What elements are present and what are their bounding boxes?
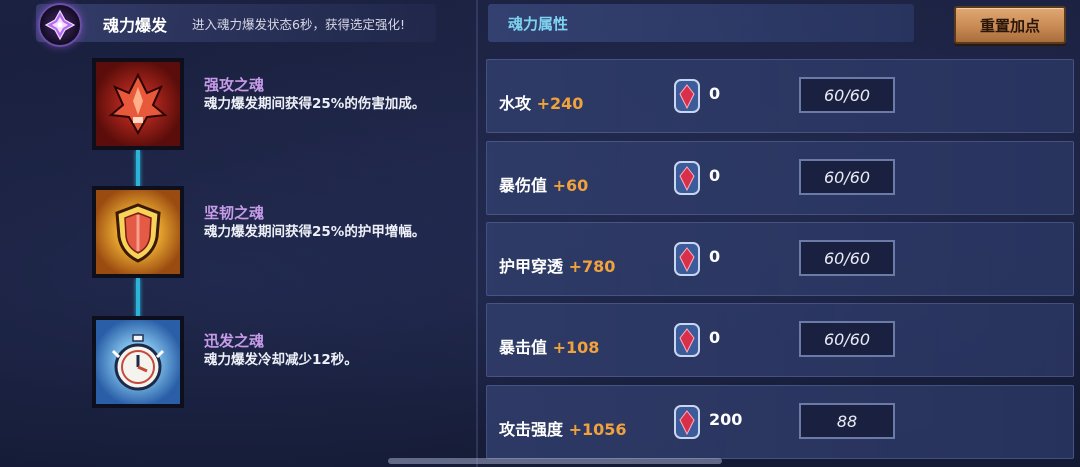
skill-name: 强攻之魂 [204, 76, 265, 94]
stat-label: 暴击值 +108 [499, 338, 600, 357]
stat-value-box[interactable]: 88 [799, 403, 895, 439]
skill-description: 魂力爆发期间获得25%的护甲增幅。 [204, 224, 426, 240]
stat-label: 攻击强度 +1056 [499, 420, 627, 439]
stat-label: 暴伤值 +60 [499, 176, 589, 195]
skill-connector [136, 150, 140, 188]
skill-name: 坚韧之魂 [204, 204, 265, 222]
panel-divider [476, 0, 478, 467]
soul-gem-icon [674, 242, 700, 276]
stat-value-box[interactable]: 60/60 [799, 77, 895, 113]
stat-row: 暴击值 +108 0 60/60 [486, 303, 1074, 377]
reset-points-button[interactable]: 重置加点 [954, 6, 1066, 44]
stat-bonus: +108 [552, 338, 600, 357]
skill-connector [136, 278, 140, 318]
skill-name: 迅发之魂 [204, 332, 265, 350]
scrollbar-handle[interactable] [388, 458, 722, 464]
stopwatch-icon [111, 334, 165, 391]
stat-row: 攻击强度 +1056 200 88 [486, 385, 1074, 459]
stat-row: 水攻 +240 0 60/60 [486, 59, 1074, 133]
gem-count: 0 [709, 328, 721, 347]
soul-burst-emblem [33, 2, 87, 48]
soul-gem-icon [674, 323, 700, 357]
gem-count: 0 [709, 166, 721, 185]
skill-description: 魂力爆发冷却减少12秒。 [204, 352, 358, 368]
stat-row: 暴伤值 +60 0 60/60 [486, 141, 1074, 215]
skill-icon-frame[interactable] [92, 186, 184, 278]
stat-bonus: +60 [552, 176, 589, 195]
gem-count: 0 [709, 247, 721, 266]
stat-row: 护甲穿透 +780 0 60/60 [486, 222, 1074, 296]
stat-value-box[interactable]: 60/60 [799, 159, 895, 195]
gem-count: 0 [709, 84, 721, 103]
stat-bonus: +780 [568, 257, 616, 276]
stat-value-box[interactable]: 60/60 [799, 321, 895, 357]
stat-label: 护甲穿透 +780 [499, 257, 616, 276]
stat-label: 水攻 +240 [499, 94, 584, 113]
skill-icon-frame[interactable] [92, 58, 184, 150]
purple-crystal-icon [44, 9, 76, 41]
stat-value-box[interactable]: 60/60 [799, 240, 895, 276]
red-flame-icon [108, 72, 168, 136]
gem-count: 200 [709, 410, 743, 429]
skill-icon-frame[interactable] [92, 316, 184, 408]
soul-gem-icon [674, 79, 700, 113]
soul-gem-icon [674, 161, 700, 195]
skill-description: 魂力爆发期间获得25%的伤害加成。 [204, 96, 426, 112]
stat-bonus: +240 [536, 94, 584, 113]
soul-gem-icon [674, 405, 700, 439]
shield-icon [115, 203, 161, 263]
stat-bonus: +1056 [568, 420, 627, 439]
panel-title: 魂力属性 [508, 15, 569, 33]
header-description: 进入魂力爆发状态6秒，获得选定强化! [192, 17, 405, 32]
header-title: 魂力爆发 [103, 16, 168, 35]
